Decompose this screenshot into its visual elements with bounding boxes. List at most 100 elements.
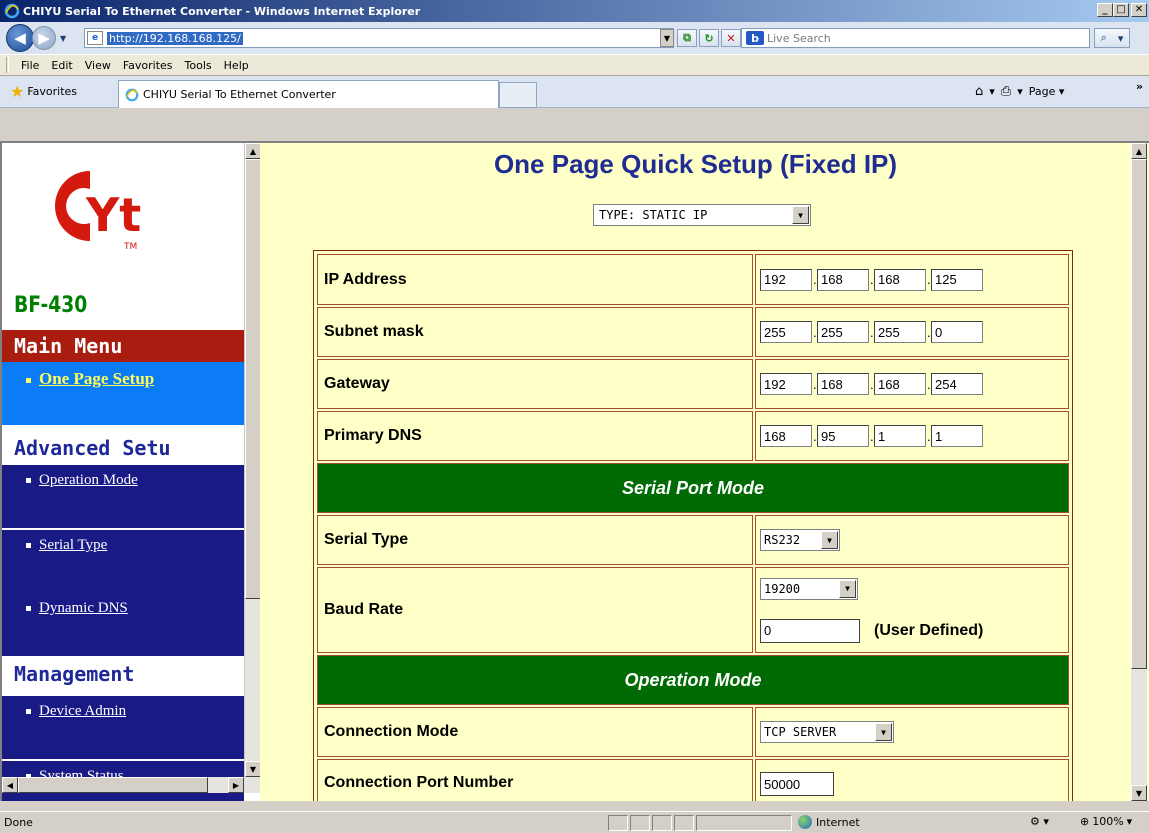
subnet-octet-3[interactable]: 255 [874, 321, 926, 343]
serial-type-select[interactable]: RS232 ▼ [760, 529, 840, 551]
status-bar: Done Internet ⚙ ▾ ⊕ 100% ▾ [0, 811, 1149, 833]
config-table: IP Address 192. 168. 168. 125 Subnet mas… [313, 250, 1073, 801]
gateway-octet-3[interactable]: 168 [874, 373, 926, 395]
chevron-down-icon[interactable]: ▼ [821, 531, 838, 549]
menu-tools[interactable]: Tools [179, 59, 218, 72]
ip-octet-1[interactable]: 192 [760, 268, 812, 291]
zoom-dropdown-icon[interactable]: ▾ [1127, 815, 1133, 828]
dns-octet-4[interactable]: 1 [931, 425, 983, 447]
nav-device-admin-link[interactable]: Device Admin [39, 703, 126, 719]
back-button[interactable]: ◀ [6, 24, 34, 52]
print-icon[interactable]: ⎙ [1001, 84, 1011, 99]
forward-button[interactable]: ▶ [32, 26, 56, 50]
chevron-down-icon[interactable]: ▼ [792, 206, 809, 224]
search-button[interactable]: ⌕ ▾ [1094, 28, 1130, 48]
stop-icon[interactable]: ✕ [721, 29, 741, 47]
left-horizontal-scrollbar[interactable]: ◀ ▶ [2, 777, 260, 793]
scroll-left-icon[interactable]: ◀ [2, 777, 18, 793]
favorites-bar: ★ Favorites CHIYU Serial To Ethernet Con… [0, 76, 1149, 108]
chevron-down-icon[interactable]: ▼ [875, 723, 892, 741]
address-dropdown-button[interactable]: ▼ [660, 29, 674, 47]
address-bar[interactable]: e http://192.168.168.125/ [84, 28, 674, 48]
scroll-thumb[interactable] [1131, 159, 1147, 669]
baud-rate-select[interactable]: 19200 ▼ [760, 577, 858, 600]
right-vertical-scrollbar[interactable]: ▲ ▼ [1131, 143, 1147, 801]
connection-mode-select[interactable]: TCP SERVER ▼ [760, 721, 894, 743]
toolbar-grip[interactable] [6, 57, 9, 73]
security-zone[interactable]: Internet [798, 815, 860, 829]
url-text[interactable]: http://192.168.168.125/ [107, 31, 243, 45]
hscroll-thumb[interactable] [18, 777, 208, 793]
search-options-icon[interactable]: ▾ [1118, 32, 1124, 45]
ip-address-field: 192. 168. 168. 125 [755, 254, 1069, 305]
status-panel [696, 815, 792, 831]
menu-bar: File Edit View Favorites Tools Help [0, 54, 1149, 76]
favorites-button[interactable]: ★ Favorites [10, 82, 77, 101]
menu-favorites[interactable]: Favorites [117, 59, 179, 72]
menu-edit[interactable]: Edit [45, 59, 78, 72]
chiyu-logo: Yt TM [55, 171, 141, 252]
scroll-right-icon[interactable]: ▶ [228, 777, 244, 793]
compatibility-icon[interactable]: ⧉ [677, 29, 697, 47]
dns-octet-3[interactable]: 1 [874, 425, 926, 447]
toolbar-overflow-icon[interactable]: » [1136, 80, 1143, 93]
history-dropdown-icon[interactable]: ▼ [60, 34, 66, 43]
new-tab-button[interactable] [499, 82, 537, 108]
refresh-icon[interactable]: ↻ [699, 29, 719, 47]
status-panel [630, 815, 650, 831]
nav-serial-type[interactable]: Serial Type [2, 530, 244, 593]
bullet-icon [26, 478, 31, 484]
ip-address-label: IP Address [317, 254, 753, 305]
close-button[interactable]: ✕ [1131, 3, 1147, 17]
scroll-thumb[interactable] [245, 159, 260, 599]
left-vertical-scrollbar[interactable]: ▲ ▼ [244, 143, 260, 777]
status-panel [652, 815, 672, 831]
dns-octet-1[interactable]: 168 [760, 425, 812, 447]
tab-current[interactable]: CHIYU Serial To Ethernet Converter [118, 80, 499, 108]
nav-one-page-setup-link[interactable]: One Page Setup [39, 369, 154, 388]
user-baud-input[interactable]: 0 [760, 618, 860, 643]
ip-octet-3[interactable]: 168 [874, 268, 926, 291]
print-dropdown-icon[interactable]: ▾ [1017, 85, 1023, 98]
ip-type-select[interactable]: TYPE: STATIC IP ▼ [593, 204, 811, 226]
gateway-octet-4[interactable]: 254 [931, 373, 983, 395]
chevron-down-icon[interactable]: ▼ [839, 579, 856, 598]
ie-logo-icon [4, 3, 20, 19]
nav-serial-type-link[interactable]: Serial Type [39, 537, 107, 553]
nav-operation-mode[interactable]: Operation Mode [2, 465, 244, 528]
menu-file[interactable]: File [15, 59, 45, 72]
home-dropdown-icon[interactable]: ▾ [989, 85, 995, 98]
subnet-octet-2[interactable]: 255 [817, 321, 869, 343]
favorites-label: Favorites [27, 85, 78, 98]
page-menu[interactable]: Page ▾ [1029, 85, 1065, 98]
dns-octet-2[interactable]: 95 [817, 425, 869, 447]
scroll-up-icon[interactable]: ▲ [1131, 143, 1147, 159]
nav-dynamic-dns[interactable]: Dynamic DNS [2, 593, 244, 656]
zoom-control[interactable]: ⊕ 100% ▾ [1080, 815, 1132, 828]
nav-one-page-setup[interactable]: One Page Setup [2, 362, 244, 425]
nav-operation-mode-link[interactable]: Operation Mode [39, 472, 138, 488]
gateway-octet-1[interactable]: 192 [760, 373, 812, 395]
scroll-down-icon[interactable]: ▼ [245, 761, 260, 777]
menu-view[interactable]: View [79, 59, 117, 72]
ip-octet-4[interactable]: 125 [931, 268, 983, 291]
gateway-label: Gateway [317, 359, 753, 409]
home-icon[interactable]: ⌂ [975, 84, 983, 99]
search-placeholder: Live Search [767, 31, 831, 45]
subnet-octet-1[interactable]: 255 [760, 321, 812, 343]
scroll-up-icon[interactable]: ▲ [245, 143, 260, 159]
nav-dynamic-dns-link[interactable]: Dynamic DNS [39, 600, 128, 616]
minimize-button[interactable]: _ [1097, 3, 1113, 17]
search-input[interactable]: b Live Search [741, 28, 1090, 48]
subnet-octet-4[interactable]: 0 [931, 321, 983, 343]
baud-rate-field: 19200 ▼ 0 (User Defined) [755, 567, 1069, 653]
port-number-input[interactable]: 50000 [760, 772, 834, 796]
scroll-down-icon[interactable]: ▼ [1131, 785, 1147, 801]
menu-help[interactable]: Help [218, 59, 255, 72]
title-bar: CHIYU Serial To Ethernet Converter - Win… [0, 0, 1149, 22]
ip-octet-2[interactable]: 168 [817, 268, 869, 291]
nav-device-admin[interactable]: Device Admin [2, 696, 244, 759]
protected-mode-icon[interactable]: ⚙ ▾ [1030, 815, 1049, 828]
gateway-octet-2[interactable]: 168 [817, 373, 869, 395]
maximize-button[interactable]: □ [1113, 3, 1129, 17]
